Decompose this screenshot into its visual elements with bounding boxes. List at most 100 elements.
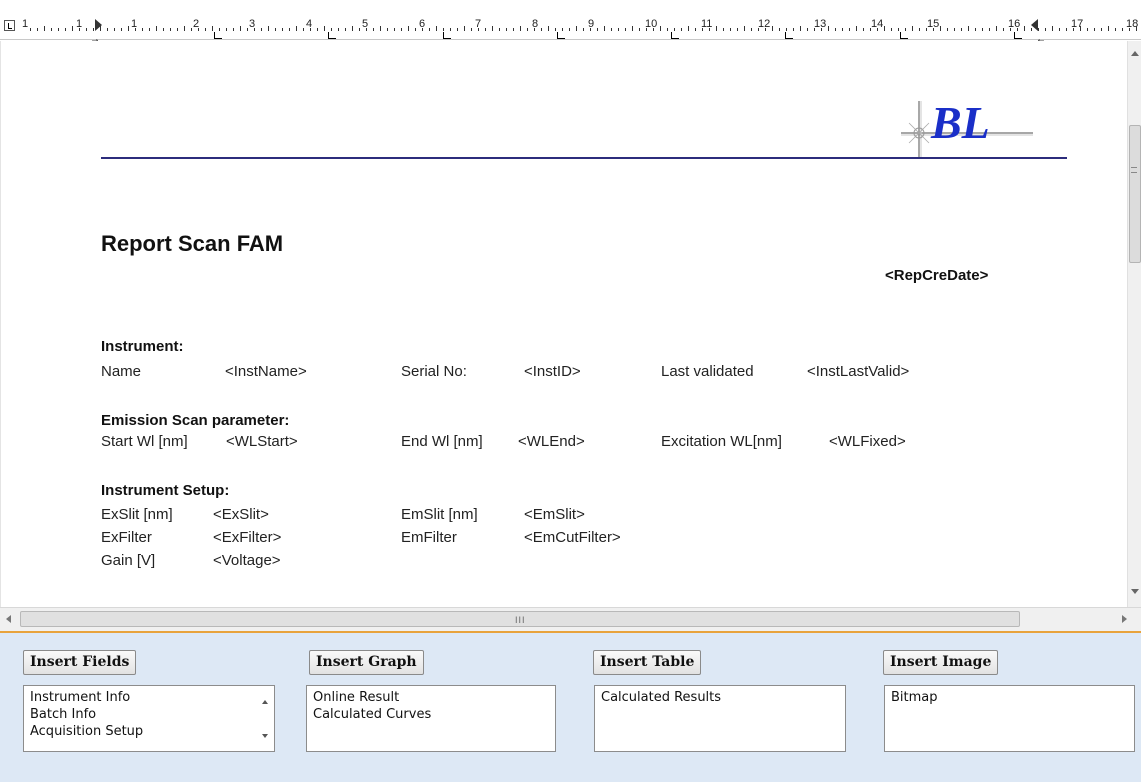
serial-no-label[interactable]: Serial No: <box>401 363 467 380</box>
ruler-tick <box>457 28 458 31</box>
ruler-tick <box>1017 28 1018 31</box>
gain-label[interactable]: Gain [V] <box>101 552 155 569</box>
instrument-setup-heading[interactable]: Instrument Setup: <box>101 482 229 499</box>
ruler-tick <box>835 28 836 31</box>
ruler-tick <box>891 28 892 31</box>
excitation-wl-label[interactable]: Excitation WL[nm] <box>661 433 782 450</box>
list-item[interactable]: Instrument Info <box>24 686 274 706</box>
tab-stop[interactable] <box>785 32 793 39</box>
exfilter-label[interactable]: ExFilter <box>101 529 152 546</box>
ruler-tick <box>240 26 241 31</box>
scroll-left-arrow-icon[interactable] <box>6 615 11 623</box>
insert-table-button[interactable]: Insert Table <box>593 650 702 675</box>
instrument-heading[interactable]: Instrument: <box>101 338 184 355</box>
ruler-tick <box>625 28 626 31</box>
insert-graph-button[interactable]: Insert Graph <box>309 650 424 675</box>
ruler-tick <box>331 28 332 31</box>
ruler-tick <box>443 28 444 31</box>
list-item[interactable]: Batch Info <box>24 706 274 723</box>
exslit-field[interactable]: <ExSlit> <box>213 506 269 523</box>
scroll-up-arrow-icon[interactable] <box>262 700 268 704</box>
graph-listbox[interactable]: Online Result Calculated Curves <box>306 685 556 752</box>
tab-stop[interactable] <box>900 32 908 39</box>
first-line-indent-marker[interactable] <box>95 19 102 31</box>
instrument-name-label[interactable]: Name <box>101 363 141 380</box>
ruler-tick <box>338 28 339 31</box>
table-listbox[interactable]: Calculated Results <box>594 685 846 752</box>
ruler-tick <box>751 28 752 31</box>
start-wl-label[interactable]: Start Wl [nm] <box>101 433 188 450</box>
insert-fields-button[interactable]: Insert Fields <box>23 650 137 675</box>
ruler-tick <box>219 28 220 31</box>
ruler-tick <box>408 26 409 31</box>
report-date-field[interactable]: <RepCreDate> <box>885 267 988 284</box>
tab-stop[interactable] <box>557 32 565 39</box>
listbox-scrollbar[interactable] <box>256 686 274 751</box>
scroll-down-arrow-icon[interactable] <box>262 734 268 738</box>
instrument-name-field[interactable]: <InstName> <box>225 363 307 380</box>
emcutfilter-field[interactable]: <EmCutFilter> <box>524 529 621 546</box>
ruler-tick <box>254 28 255 31</box>
ruler-tick <box>156 26 157 31</box>
end-wl-label[interactable]: End Wl [nm] <box>401 433 483 450</box>
scroll-up-arrow-icon[interactable] <box>1131 51 1139 56</box>
emslit-label[interactable]: EmSlit [nm] <box>401 506 478 523</box>
ruler-tick <box>1122 28 1123 31</box>
list-item[interactable]: Acquisition Setup <box>24 723 274 740</box>
ruler-tick <box>814 28 815 31</box>
vertical-scroll-thumb[interactable] <box>1129 125 1141 263</box>
last-validated-label[interactable]: Last validated <box>661 363 754 380</box>
ruler-tick <box>632 26 633 31</box>
image-listbox[interactable]: Bitmap <box>884 685 1135 752</box>
ruler-tick <box>541 28 542 31</box>
ruler-tick <box>772 26 773 31</box>
tab-type-selector-icon[interactable] <box>4 20 15 31</box>
vertical-scrollbar[interactable] <box>1127 41 1141 607</box>
insert-image-button[interactable]: Insert Image <box>883 650 999 675</box>
excitation-wl-field[interactable]: <WLFixed> <box>829 433 906 450</box>
ruler-tick <box>709 28 710 31</box>
ruler-tick <box>604 26 605 31</box>
start-wl-field[interactable]: <WLStart> <box>226 433 298 450</box>
ruler-tick <box>870 28 871 31</box>
voltage-field[interactable]: <Voltage> <box>213 552 281 569</box>
exslit-label[interactable]: ExSlit [nm] <box>101 506 173 523</box>
tab-stop[interactable] <box>328 32 336 39</box>
right-indent-marker[interactable] <box>1031 19 1038 31</box>
ruler-tick <box>856 26 857 31</box>
list-item[interactable]: Calculated Curves <box>307 706 555 723</box>
ruler-tick <box>450 28 451 31</box>
tab-stop[interactable] <box>671 32 679 39</box>
horizontal-scroll-thumb[interactable]: III <box>20 611 1020 627</box>
emfilter-label[interactable]: EmFilter <box>401 529 457 546</box>
list-item[interactable]: Online Result <box>307 686 555 706</box>
ruler-tick <box>961 28 962 31</box>
ruler-tick <box>982 28 983 31</box>
emslit-field[interactable]: <EmSlit> <box>524 506 585 523</box>
ruler-tick <box>198 28 199 31</box>
scroll-right-arrow-icon[interactable] <box>1122 615 1127 623</box>
ruler-tick <box>884 26 885 31</box>
list-item[interactable]: Calculated Results <box>595 686 845 706</box>
report-title[interactable]: Report Scan FAM <box>101 231 283 257</box>
ruler-tick <box>261 28 262 31</box>
exfilter-field[interactable]: <ExFilter> <box>213 529 281 546</box>
company-logo: BL <box>901 97 1033 159</box>
ruler-tick <box>464 26 465 31</box>
ruler-tick <box>1045 28 1046 31</box>
list-item[interactable]: Bitmap <box>885 686 1134 706</box>
emission-scan-heading[interactable]: Emission Scan parameter: <box>101 412 289 429</box>
ruler-tick <box>380 26 381 31</box>
tab-stop[interactable] <box>214 32 222 39</box>
scroll-down-arrow-icon[interactable] <box>1131 589 1139 594</box>
last-validated-field[interactable]: <InstLastValid> <box>807 363 909 380</box>
serial-no-field[interactable]: <InstID> <box>524 363 581 380</box>
fields-listbox[interactable]: Instrument Info Batch Info Acquisition S… <box>23 685 275 752</box>
ruler-tick <box>688 26 689 31</box>
tab-stop[interactable] <box>1014 32 1022 39</box>
horizontal-ruler[interactable]: 1 1 1 2 3 4 5 6 7 8 9 10 11 12 13 14 15 … <box>0 0 1141 45</box>
tab-stop[interactable] <box>443 32 451 39</box>
end-wl-field[interactable]: <WLEnd> <box>518 433 585 450</box>
report-document-canvas[interactable]: BL Report Scan FAM <RepCreDate> Instrume… <box>0 41 1127 607</box>
horizontal-scrollbar[interactable]: III <box>0 607 1141 631</box>
